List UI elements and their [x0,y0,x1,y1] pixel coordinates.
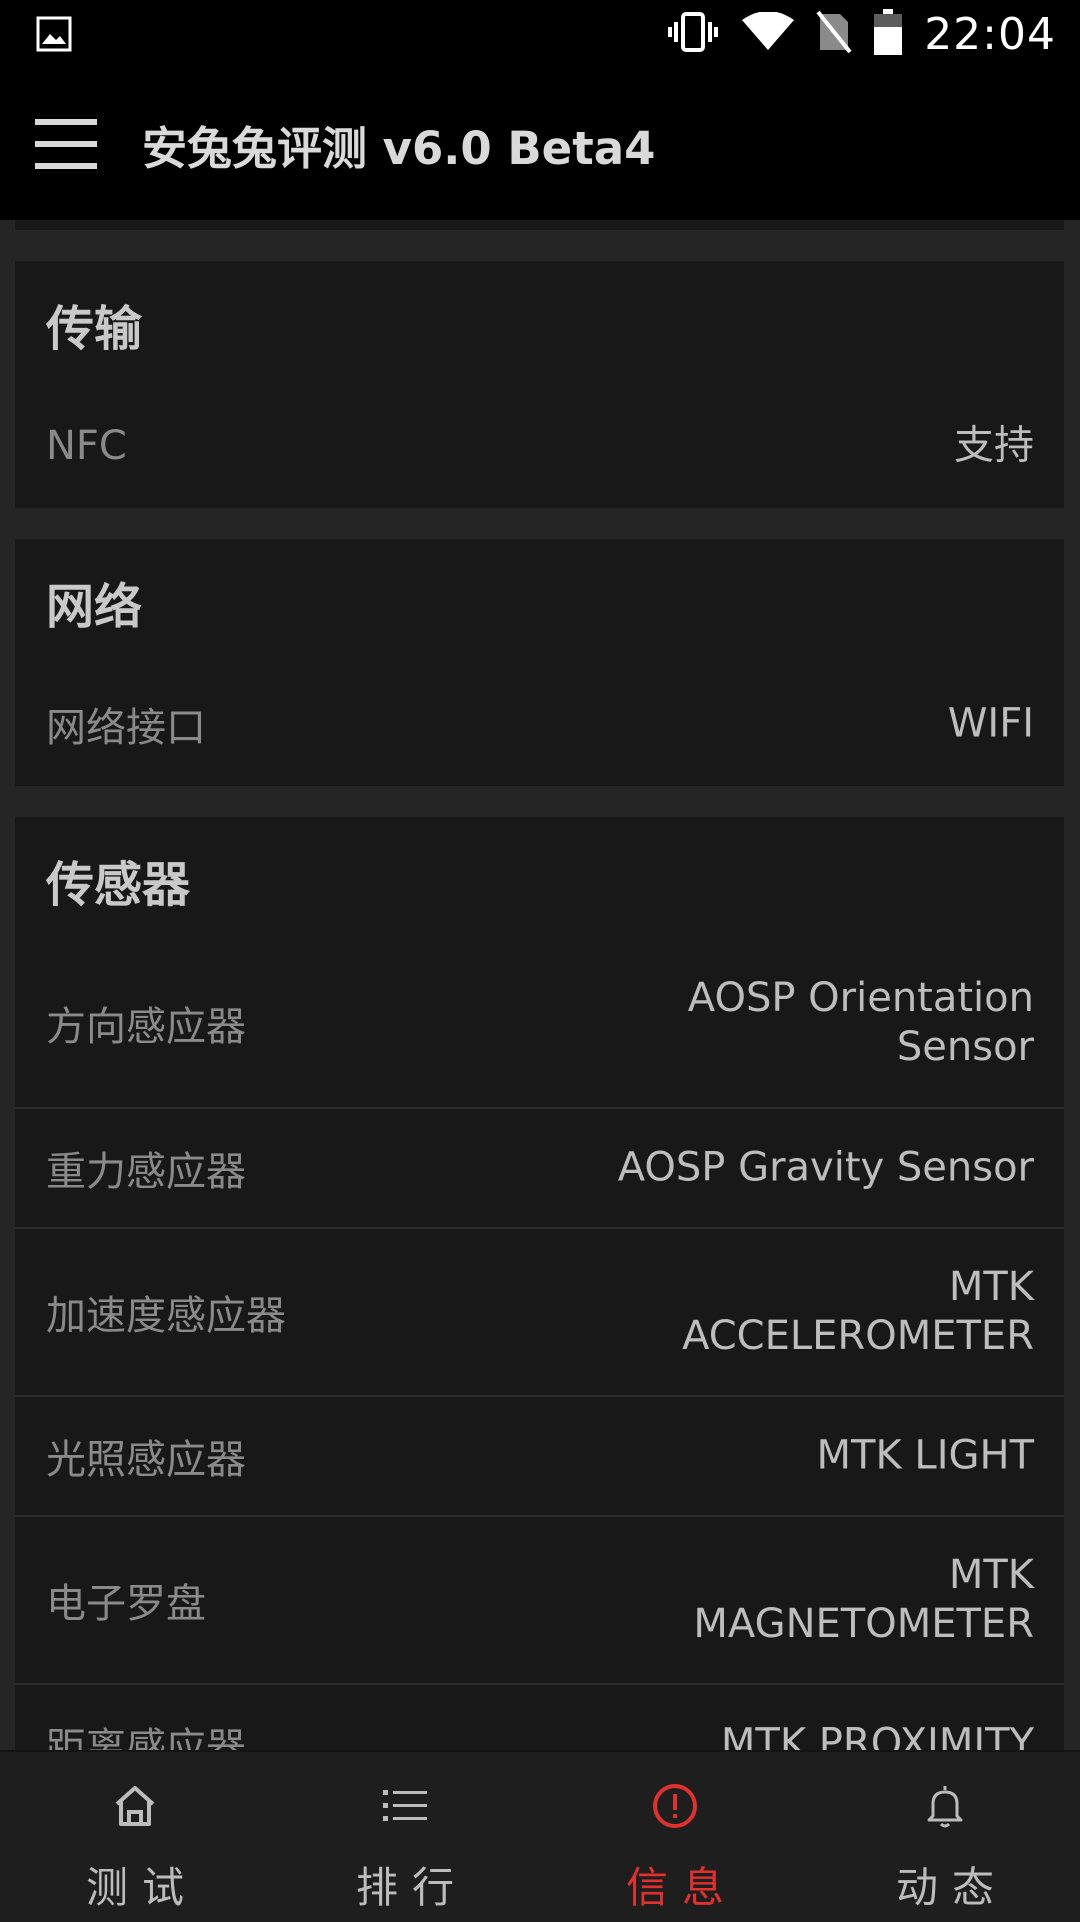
row-value: AOSP Gravity Sensor [617,1144,1034,1191]
list-item[interactable]: 网络接口 WIFI [15,661,1064,786]
row-value: AOSP Orientation Sensor [687,975,1034,1070]
row-key: 加速度感应器 [46,1293,286,1339]
app-bar: 安兔兔评测 v6.0 Beta4 [0,68,1080,220]
row-key: 电子罗盘 [46,1581,206,1627]
tab-ranking[interactable]: 排行 [270,1752,540,1922]
row-key: 网络接口 [46,704,206,751]
row-key: 距离感应器 [46,1725,246,1750]
status-time: 22:04 [924,8,1056,60]
list-item[interactable]: 重力感应器 AOSP Gravity Sensor [15,1107,1064,1227]
row-key: 光照感应器 [46,1437,246,1483]
list-icon [381,1782,429,1834]
row-value: MTK ACCELEROMETER [682,1264,1034,1359]
bell-icon [921,1782,969,1834]
tab-info[interactable]: 信息 [540,1752,810,1922]
row-key: 方向感应器 [46,1004,246,1050]
hamburger-menu-icon[interactable] [0,68,142,220]
row-value: MTK MAGNETOMETER [693,1552,1034,1647]
list-item[interactable]: NFC 支持 [15,383,1064,508]
tab-label: 测试 [85,1863,198,1912]
row-value: WIFI [947,700,1034,746]
sensors-card: 传感器 方向感应器 AOSP Orientation Sensor 重力感应器 … [15,817,1064,1750]
app-title: 安兔兔评测 v6.0 Beta4 [142,121,656,175]
no-sim-icon [816,10,852,58]
list-item[interactable]: 光照感应器 MTK LIGHT [15,1395,1064,1515]
home-icon [111,1782,159,1834]
vibrate-icon [666,12,720,56]
list-item[interactable]: 方向感应器 AOSP Orientation Sensor [15,939,1064,1107]
image-icon [36,16,72,56]
network-card: 网络 网络接口 WIFI [15,539,1064,786]
tab-test[interactable]: 测试 [0,1752,270,1922]
list-item[interactable]: 加速度感应器 MTK ACCELEROMETER [15,1227,1064,1395]
transfer-card: 传输 NFC 支持 [15,261,1064,508]
row-key: 重力感应器 [46,1149,246,1195]
info-content[interactable]: 传输 NFC 支持 网络 网络接口 WIFI 传感器 方向感应器 AOSP Or… [0,220,1080,1750]
battery-icon [874,9,903,59]
list-item[interactable]: 距离感应器 MTK PROXIMITY [15,1683,1064,1750]
transfer-card-title: 传输 [46,301,143,357]
tab-label: 信息 [625,1863,738,1912]
sensors-card-title: 传感器 [46,857,191,913]
wifi-icon [742,11,795,56]
status-bar: 22:04 [0,0,1080,68]
row-value: MTK PROXIMITY [720,1720,1034,1751]
tab-label: 动态 [895,1863,1008,1912]
tab-label: 排行 [355,1863,468,1912]
tab-news[interactable]: 动态 [810,1752,1080,1922]
bottom-nav: 测试 排行 信息 动态 [0,1750,1080,1922]
info-alert-icon [651,1782,699,1834]
row-value: MTK LIGHT [816,1432,1034,1479]
row-value: 支持 [954,422,1034,468]
row-key: NFC [46,422,127,469]
previous-card-edge [15,220,1064,230]
network-card-title: 网络 [46,579,143,635]
list-item[interactable]: 电子罗盘 MTK MAGNETOMETER [15,1515,1064,1683]
